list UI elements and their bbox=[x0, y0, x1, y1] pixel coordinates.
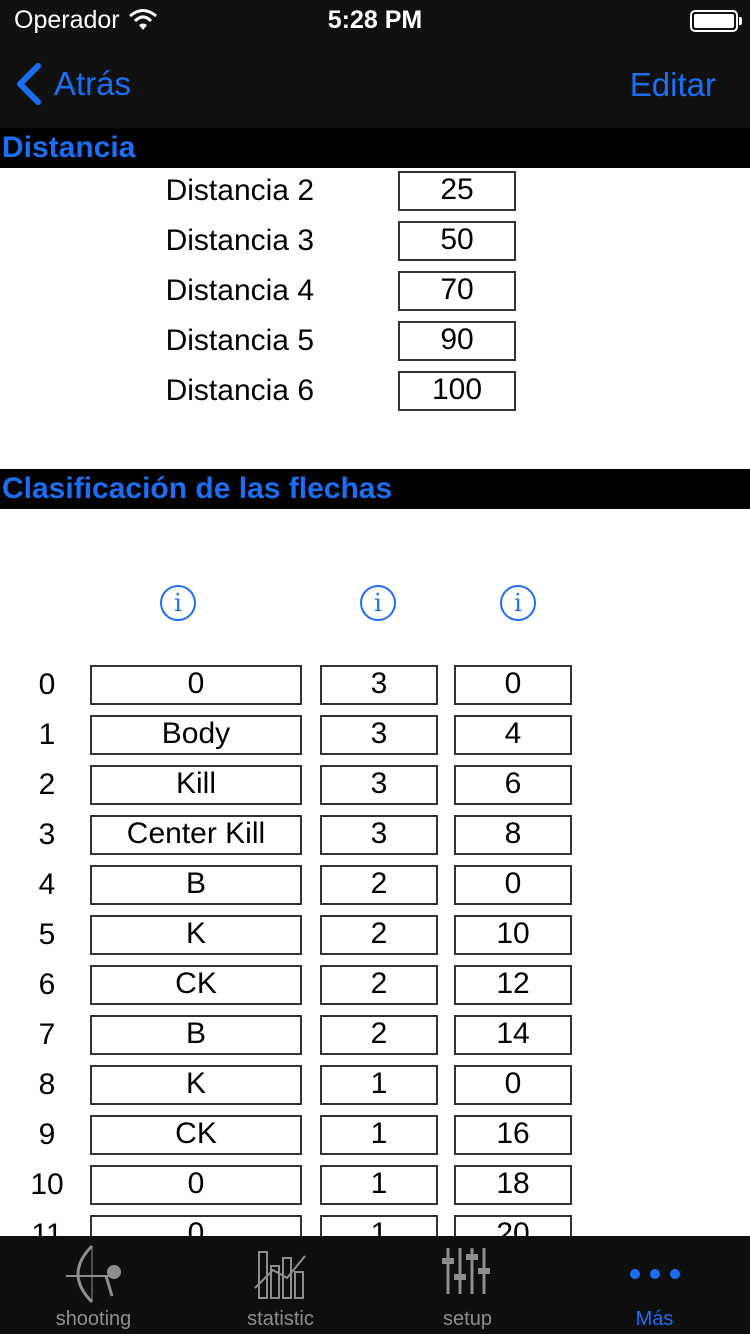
arrow-name-field[interactable]: B bbox=[90, 865, 302, 905]
row-index: 10 bbox=[30, 1168, 64, 1201]
arrow-name-field[interactable]: Center Kill bbox=[90, 815, 302, 855]
arrow-count-field[interactable]: 3 bbox=[320, 815, 438, 855]
arrow-count-field[interactable]: 2 bbox=[320, 915, 438, 955]
bar-chart-icon bbox=[253, 1251, 306, 1299]
distance-field[interactable]: 50 bbox=[398, 221, 516, 261]
distance-label: Distancia 3 bbox=[165, 224, 314, 257]
info-icon[interactable]: i bbox=[160, 585, 196, 621]
arrow-count-field[interactable]: 3 bbox=[320, 765, 438, 805]
arrow-score-field[interactable]: 12 bbox=[454, 965, 572, 1005]
distance-label: Distancia 2 bbox=[165, 174, 314, 207]
info-icon[interactable]: i bbox=[500, 585, 536, 621]
clock: 5:28 PM bbox=[327, 6, 423, 34]
arrow-count-field[interactable]: 3 bbox=[320, 715, 438, 755]
arrow-name-field[interactable]: Body bbox=[90, 715, 302, 755]
row-index: 3 bbox=[38, 818, 56, 851]
tab-shooting[interactable]: shooting bbox=[0, 1236, 187, 1334]
arrow-name-field[interactable]: Kill bbox=[90, 765, 302, 805]
distance-label: Distancia 5 bbox=[165, 324, 314, 357]
arrow-name-field[interactable]: K bbox=[90, 915, 302, 955]
distance-field[interactable]: 70 bbox=[398, 271, 516, 311]
distance-field[interactable]: 100 bbox=[398, 371, 516, 411]
more-icon bbox=[629, 1269, 680, 1279]
back-button[interactable]: Atrás bbox=[14, 62, 131, 106]
arrow-name-field[interactable]: K bbox=[90, 1065, 302, 1105]
distance-label: Distancia 4 bbox=[165, 274, 314, 307]
distance-section-header: Distancia bbox=[0, 128, 750, 168]
back-label: Atrás bbox=[54, 65, 132, 102]
row-index: 5 bbox=[38, 918, 56, 951]
arrow-name-field[interactable]: 0 bbox=[90, 1165, 302, 1205]
arrow-count-field[interactable]: 1 bbox=[320, 1115, 438, 1155]
arrow-score-field[interactable]: 18 bbox=[454, 1165, 572, 1205]
tab-shooting-label: shooting bbox=[55, 1308, 132, 1330]
row-index: 8 bbox=[38, 1068, 56, 1101]
arrow-score-field[interactable]: 14 bbox=[454, 1015, 572, 1055]
tab-statistic[interactable]: statistic bbox=[187, 1236, 374, 1334]
arrow-score-field[interactable]: 16 bbox=[454, 1115, 572, 1155]
chevron-left-icon bbox=[17, 63, 41, 105]
arrow-name-field[interactable]: B bbox=[90, 1015, 302, 1055]
tab-more-label: Más bbox=[635, 1308, 674, 1330]
arrow-score-field[interactable]: 4 bbox=[454, 715, 572, 755]
tab-statistic-label: statistic bbox=[247, 1308, 314, 1330]
arrow-name-field[interactable]: 0 bbox=[90, 665, 302, 705]
arrow-count-field[interactable]: 2 bbox=[320, 965, 438, 1005]
arrow-count-field[interactable]: 2 bbox=[320, 865, 438, 905]
bow-icon bbox=[65, 1244, 121, 1304]
row-index: 6 bbox=[38, 968, 56, 1001]
arrow-score-field[interactable]: 0 bbox=[454, 665, 572, 705]
tab-setup-label: setup bbox=[443, 1308, 492, 1330]
edit-button[interactable]: Editar bbox=[630, 66, 716, 104]
row-index: 7 bbox=[38, 1018, 56, 1051]
arrow-count-field[interactable]: 1 bbox=[320, 1165, 438, 1205]
arrow-score-field[interactable]: 0 bbox=[454, 865, 572, 905]
arrow-score-field[interactable]: 10 bbox=[454, 915, 572, 955]
arrow-count-field[interactable]: 1 bbox=[320, 1065, 438, 1105]
arrow-count-field[interactable]: 3 bbox=[320, 665, 438, 705]
arrow-count-field[interactable]: 2 bbox=[320, 1015, 438, 1055]
arrow-score-field[interactable]: 8 bbox=[454, 815, 572, 855]
sliders-icon bbox=[441, 1248, 490, 1294]
distance-field[interactable]: 25 bbox=[398, 171, 516, 211]
row-index: 1 bbox=[38, 718, 56, 751]
tab-setup[interactable]: setup bbox=[374, 1236, 561, 1334]
row-index: 0 bbox=[38, 668, 56, 701]
tab-bar: shooting statistic setup Más bbox=[0, 1236, 750, 1334]
tab-more[interactable]: Más bbox=[561, 1236, 748, 1334]
arrow-score-field[interactable]: 0 bbox=[454, 1065, 572, 1105]
navigation-bar: Atrás Editar bbox=[0, 40, 750, 128]
arrow-name-field[interactable]: CK bbox=[90, 1115, 302, 1155]
arrow-name-field[interactable]: CK bbox=[90, 965, 302, 1005]
row-index: 4 bbox=[38, 868, 56, 901]
battery-icon bbox=[690, 10, 742, 32]
arrow-score-field[interactable]: 6 bbox=[454, 765, 572, 805]
status-bar: Operador 5:28 PM bbox=[0, 0, 750, 40]
info-icon[interactable]: i bbox=[360, 585, 396, 621]
row-index: 9 bbox=[38, 1118, 56, 1151]
distance-field[interactable]: 90 bbox=[398, 321, 516, 361]
distance-label: Distancia 6 bbox=[165, 374, 314, 407]
arrows-section-header: Clasificación de las flechas bbox=[0, 469, 750, 509]
row-index: 2 bbox=[38, 768, 56, 801]
